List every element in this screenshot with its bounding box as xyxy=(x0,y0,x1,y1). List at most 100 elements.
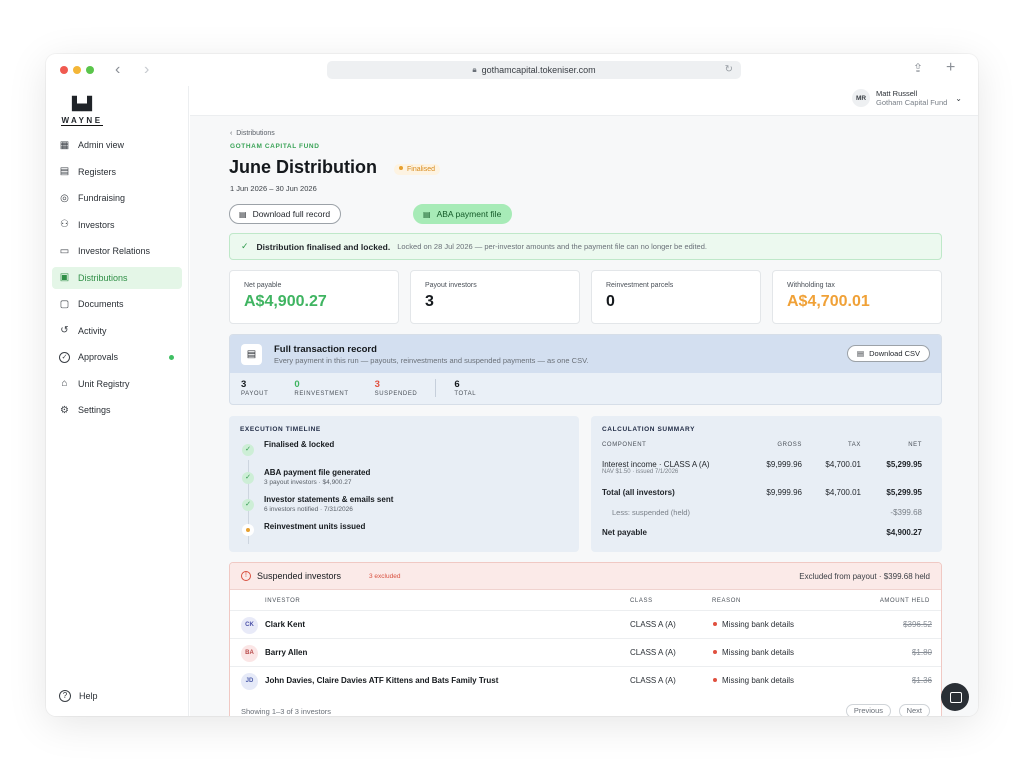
chevron-left-icon: ‹ xyxy=(230,130,233,137)
chevron-right-icon[interactable]: › xyxy=(144,61,149,79)
calc-component: Net payable xyxy=(602,528,647,537)
reason-text: Missing bank details xyxy=(722,620,795,629)
status-dot xyxy=(713,650,717,654)
sidebar-item-label: Documents xyxy=(78,299,124,309)
calc-component: Total (all investors) xyxy=(602,488,675,497)
check-icon: ✓ xyxy=(241,241,249,251)
sidebar-item-admin-view[interactable]: ▦ Admin view xyxy=(52,134,182,156)
table-row[interactable]: BA Barry Allen CLASS A (A) Missing bank det… xyxy=(230,638,941,666)
sidebar-item-distributions[interactable]: ▣ Distributions xyxy=(52,266,182,289)
calc-col-tax: TAX xyxy=(847,442,861,448)
count-total: 6 TOTAL xyxy=(435,379,476,397)
suspension-reason: Missing bank details xyxy=(713,676,794,685)
next-button[interactable]: Next xyxy=(898,704,930,716)
sidebar-item-label: Fundraising xyxy=(78,193,126,203)
breadcrumb[interactable]: ‹ Distributions xyxy=(230,130,275,137)
address-bar[interactable]: 🔒︎ gothamcapital.tokeniser.com ↻ xyxy=(327,61,741,79)
reason-text: Missing bank details xyxy=(722,676,795,685)
users-icon: ⚇ xyxy=(60,219,69,230)
count-label: REINVESTMENT xyxy=(294,391,349,397)
sidebar-item-label: Settings xyxy=(78,405,111,415)
banner-title: Distribution finalised and locked. xyxy=(256,241,391,252)
stat-label: Net payable xyxy=(244,282,282,289)
pending-dot-icon xyxy=(242,524,254,536)
brand-word: WAYNE xyxy=(61,116,103,126)
download-csv-button[interactable]: ▤ Download CSV xyxy=(847,345,930,362)
sidebar-item-activity[interactable]: ↺ Activity xyxy=(52,320,182,342)
sidebar-item-approvals[interactable]: ✓ Approvals xyxy=(52,346,182,368)
record-counts: 3 PAYOUT 0 REINVESTMENT 3 SUSPENDED 6 TOTAL xyxy=(241,379,502,397)
share-icon[interactable]: ⇪ xyxy=(913,61,923,75)
user-org: Gotham Capital Fund xyxy=(876,98,948,107)
calc-net: $5,299.95 xyxy=(886,488,922,497)
sidebar-item-fundraising[interactable]: ◎ Fundraising xyxy=(52,187,182,209)
calc-gross: $9,999.96 xyxy=(766,488,802,497)
coins-icon: ◎ xyxy=(60,192,69,204)
sidebar-item-registers[interactable]: ▤ Registers xyxy=(52,161,182,183)
sidebar: ▙▟ WAYNE ▦ Admin view ▤ Registers ◎ Fundraisi… xyxy=(46,86,189,716)
count-value: 6 xyxy=(454,379,460,390)
check-icon: ✓ xyxy=(242,444,254,456)
calculation-summary: CALCULATION SUMMARY COMPONENT GROSS TAX … xyxy=(591,416,942,552)
brand-logo[interactable]: ▙▟ WAYNE xyxy=(56,96,108,128)
calc-gross: $9,999.96 xyxy=(766,460,802,469)
avatar: JD xyxy=(241,673,258,690)
stat-value: 0 xyxy=(606,293,615,310)
breadcrumb-link[interactable]: Distributions xyxy=(236,130,275,137)
chevron-left-icon[interactable]: ‹ xyxy=(115,61,120,79)
help-link[interactable]: ? Help xyxy=(59,690,98,702)
sidebar-item-investors[interactable]: ⚇ Investors xyxy=(52,214,182,236)
record-subtitle: Every payment in this run — payouts, rei… xyxy=(274,356,589,365)
stat-value: 3 xyxy=(425,293,434,310)
reason-text: Missing bank details xyxy=(722,648,795,657)
new-tab-icon[interactable]: + xyxy=(946,59,955,77)
aba-payment-file-button[interactable]: ▤ ABA payment file xyxy=(413,204,513,224)
folder-icon: ▢ xyxy=(59,298,70,310)
investor-class: CLASS A (A) xyxy=(630,648,676,657)
sidebar-item-documents[interactable]: ▢ Documents xyxy=(52,293,182,315)
count-payout: 3 PAYOUT xyxy=(241,379,268,397)
status-dot xyxy=(713,622,717,626)
count-label: TOTAL xyxy=(454,391,477,397)
chat-launcher-icon[interactable] xyxy=(941,683,969,711)
table-row[interactable]: JD John Davies, Claire Davies ATF Kittens… xyxy=(230,666,941,694)
page-title: June Distribution xyxy=(229,157,377,177)
browser-window: ‹ › 🔒︎ gothamcapital.tokeniser.com ↻ ⇪ +… xyxy=(46,54,978,716)
investor-name: Barry Allen xyxy=(265,648,308,657)
user-menu[interactable]: MR Matt Russell Gotham Capital Fund ⌄ xyxy=(852,89,962,107)
minimize-window-button[interactable] xyxy=(73,66,81,74)
avatar: MR xyxy=(852,89,870,107)
sidebar-item-settings[interactable]: ⚙ Settings xyxy=(52,399,182,421)
calc-tax: $4,700.01 xyxy=(825,460,861,469)
timeline-step-title: Reinvestment units issued xyxy=(264,522,366,531)
timeline-step-title: Investor statements & emails sent xyxy=(264,495,394,504)
count-value: 3 xyxy=(374,379,380,390)
table-row[interactable]: CK Clark Kent CLASS A (A) Missing bank deta… xyxy=(230,610,941,638)
avatar: BA xyxy=(241,645,258,662)
calc-col-net: NET xyxy=(908,442,922,448)
sidebar-item-label: Admin view xyxy=(78,140,125,150)
status-dot xyxy=(713,678,717,682)
history-icon: ↺ xyxy=(60,325,69,336)
suspension-reason: Missing bank details xyxy=(713,620,794,629)
download-full-record-button[interactable]: ▤ Download full record xyxy=(229,204,342,224)
url-text: gothamcapital.tokeniser.com xyxy=(481,65,596,75)
col-class: CLASS xyxy=(630,598,653,604)
timeline-step-title: Finalised & locked xyxy=(264,440,335,449)
close-window-button[interactable] xyxy=(60,66,68,74)
download-csv-label: Download CSV xyxy=(869,349,920,358)
timeline-heading: EXECUTION TIMELINE xyxy=(240,426,321,433)
reload-icon[interactable]: ↻ xyxy=(725,64,733,75)
previous-button[interactable]: Previous xyxy=(845,704,891,716)
sidebar-item-investor-relations[interactable]: ▭ Investor Relations xyxy=(52,240,182,262)
investor-name: Clark Kent xyxy=(265,620,306,629)
sidebar-item-unit-registry[interactable]: ⌂ Unit Registry xyxy=(52,373,182,395)
document-icon: ▤ xyxy=(239,209,247,219)
suspended-investors-card: ! Suspended investors 3 excluded Exclude… xyxy=(229,562,942,716)
maximize-window-button[interactable] xyxy=(86,66,94,74)
logo-mark-icon: ▙▟ xyxy=(72,96,92,111)
calc-tax: $4,700.01 xyxy=(825,488,861,497)
count-value: 0 xyxy=(294,379,300,390)
suspension-reason: Missing bank details xyxy=(713,648,794,657)
stat-card: Reinvestment parcels 0 xyxy=(591,270,761,324)
